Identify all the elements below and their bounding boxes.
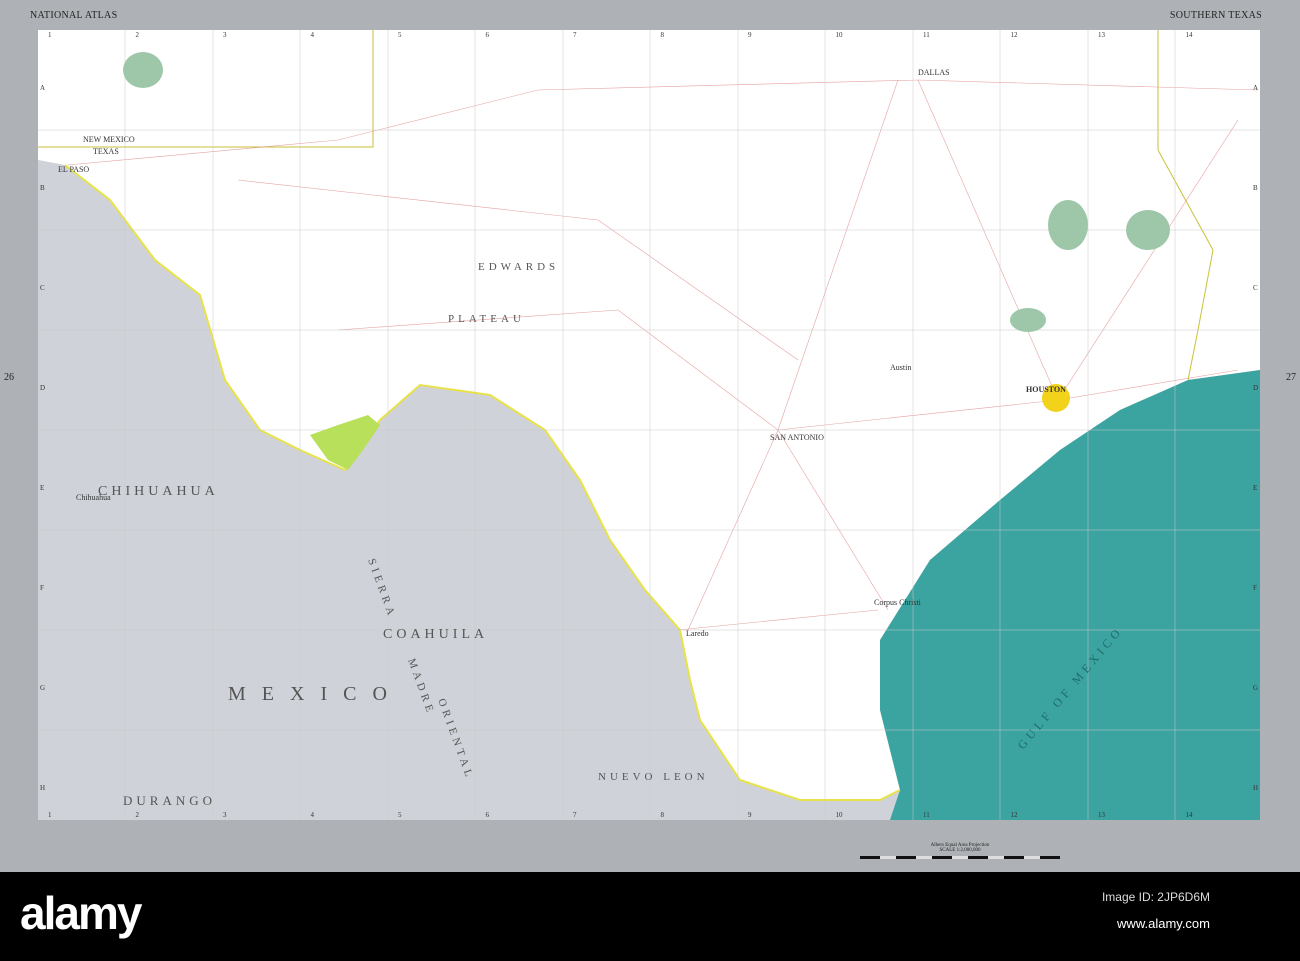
label-edwards: EDWARDS <box>478 261 559 273</box>
grid-column-label: 5 <box>398 811 402 819</box>
label-san-antonio: SAN ANTONIO <box>770 433 824 442</box>
grid-row-label: G <box>1253 684 1258 692</box>
scale-bar <box>860 856 1060 859</box>
page-number-right: 27 <box>1286 372 1296 383</box>
alamy-logo: alamy <box>20 887 142 939</box>
grid-column-label: 2 <box>136 31 140 39</box>
label-texas: TEXAS <box>93 147 119 156</box>
label-corpus-christi: Corpus Christi <box>874 598 922 607</box>
map-scale: Albers Equal Area Projection SCALE 1:2,0… <box>860 843 1060 859</box>
grid-row-label: H <box>1253 784 1258 792</box>
grid-column-label: 8 <box>661 811 665 819</box>
grid-column-label: 5 <box>398 31 402 39</box>
grid-row-label: B <box>40 184 45 192</box>
grid-column-label: 1 <box>48 811 52 819</box>
grid-column-label: 14 <box>1186 811 1194 819</box>
grid-column-label: 12 <box>1011 811 1019 819</box>
grid-column-label: 9 <box>748 811 752 819</box>
scale-text: SCALE 1:2,000,000 <box>939 848 981 853</box>
label-mexico: MEXICO <box>228 683 403 705</box>
grid-row-label: E <box>1253 484 1257 492</box>
grid-row-label: D <box>1253 384 1258 392</box>
label-houston: HOUSTON <box>1026 385 1066 394</box>
grid-column-label: 4 <box>311 31 315 39</box>
grid-row-label: G <box>40 684 45 692</box>
grid-column-label: 11 <box>923 31 930 39</box>
page-number-left: 26 <box>4 372 14 383</box>
atlas-title: NATIONAL ATLAS <box>30 10 118 21</box>
grid-row-label: C <box>1253 284 1258 292</box>
grid-column-label: 2 <box>136 811 140 819</box>
grid-column-label: 6 <box>486 811 490 819</box>
grid-column-label: 7 <box>573 31 577 39</box>
grid-row-label: A <box>1253 84 1258 92</box>
grid-column-label: 10 <box>836 31 844 39</box>
grid-column-label: 3 <box>223 31 227 39</box>
label-chihuahua: CHIHUAHUA <box>98 484 219 499</box>
grid-row-label: F <box>1253 584 1257 592</box>
watermark-footer: alamy Image ID: 2JP6D6M www.alamy.com <box>0 872 1300 961</box>
label-new-mexico: NEW MEXICO <box>83 135 135 144</box>
grid-column-label: 4 <box>311 811 315 819</box>
label-austin: Austin <box>890 363 911 372</box>
grid-column-label: 3 <box>223 811 227 819</box>
label-durango: DURANGO <box>123 793 216 808</box>
label-dallas: DALLAS <box>918 68 950 77</box>
grid-column-label: 13 <box>1098 811 1106 819</box>
label-coahuila: COAHUILA <box>383 627 488 642</box>
grid-row-label: A <box>40 84 45 92</box>
grid-row-label: F <box>40 584 44 592</box>
label-laredo: Laredo <box>686 629 709 638</box>
grid-row-label: B <box>1253 184 1258 192</box>
grid-column-label: 13 <box>1098 31 1106 39</box>
grid-row-label: C <box>40 284 45 292</box>
grid-row-label: E <box>40 484 44 492</box>
grid-column-label: 11 <box>923 811 930 819</box>
label-nuevo-leon: NUEVO LEON <box>598 771 709 783</box>
grid-column-label: 1 <box>48 31 52 39</box>
grid-row-label: H <box>40 784 45 792</box>
grid-column-label: 9 <box>748 31 752 39</box>
grid-column-label: 12 <box>1011 31 1019 39</box>
grid-column-label: 10 <box>836 811 844 819</box>
grid-column-label: 8 <box>661 31 665 39</box>
grid-column-label: 6 <box>486 31 490 39</box>
site-url: www.alamy.com <box>1117 916 1210 931</box>
grid-column-label: 7 <box>573 811 577 819</box>
label-el-paso: EL PASO <box>58 165 89 174</box>
grid-row-label: D <box>40 384 45 392</box>
label-plateau: PLATEAU <box>448 313 525 325</box>
grid-column-label: 14 <box>1186 31 1194 39</box>
map-title: SOUTHERN TEXAS <box>1169 10 1262 21</box>
image-id: Image ID: 2JP6D6M <box>1101 890 1210 904</box>
southern-texas-map: NEW MEXICO TEXAS EL PASO DALLAS Austin S… <box>38 30 1260 820</box>
